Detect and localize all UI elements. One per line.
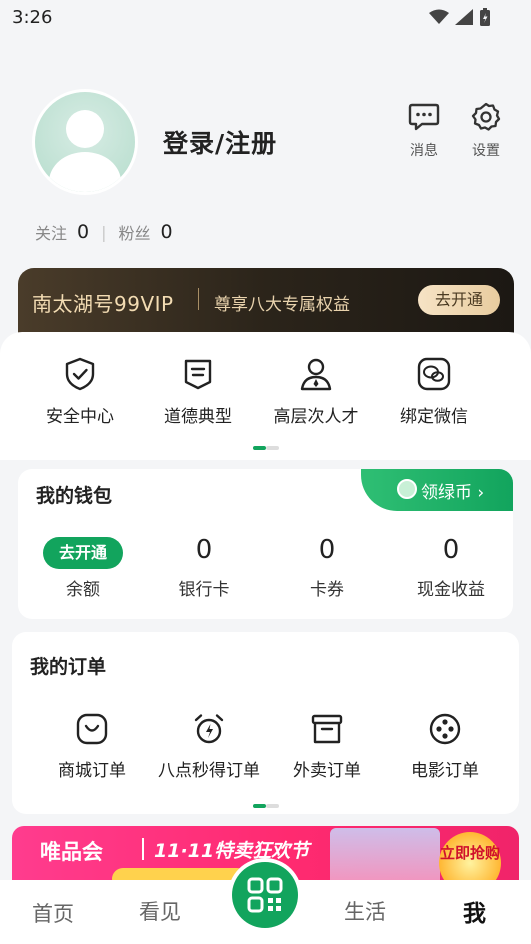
orders-title: 我的订单 (30, 656, 107, 678)
wallet-item-label: 银行卡 (178, 580, 230, 600)
tab-see[interactable]: 看见 (139, 896, 181, 926)
shopping-bag-icon (76, 713, 108, 745)
qr-code-icon (247, 877, 283, 913)
bottom-tab-bar: 首页 看见 生活 我 (0, 862, 531, 944)
wallet-item-value: 0 (318, 535, 336, 565)
ad-product-image (330, 828, 440, 888)
wallet-item-value: 0 (195, 535, 213, 565)
login-register-link[interactable]: 登录/注册 (163, 124, 277, 160)
pager-dot-active (253, 446, 266, 450)
fans-label[interactable]: 粉丝 (119, 220, 151, 244)
avatar[interactable] (35, 92, 135, 192)
avatar-body-shape (49, 152, 121, 192)
wallet-open-button[interactable]: 去开通 (43, 537, 123, 569)
orders-card: 我的订单 商城订单 八点秒得订单 外卖订单 电影订单 (12, 632, 519, 814)
wallet-item-cash-income[interactable]: 0 现金收益 (392, 533, 510, 600)
battery-icon (480, 8, 490, 26)
badge-icon (184, 359, 212, 390)
wallet-title: 我的钱包 (36, 485, 113, 507)
wallet-item-coupons[interactable]: 0 卡券 (268, 533, 386, 600)
wallet-item-label: 余额 (66, 580, 100, 600)
wallet-card: 我的钱包 领绿币 › 去开通 余额 0 银行卡 0 卡券 0 现金收益 (18, 469, 513, 619)
ad-slogan: 11·11特卖狂欢节 (154, 840, 310, 862)
wallet-item-value: 0 (442, 535, 460, 565)
takeout-box-icon (311, 714, 343, 744)
order-item-label: 外卖订单 (293, 761, 361, 781)
status-icons (429, 8, 491, 26)
follow-divider: | (101, 222, 107, 242)
ad-divider (142, 838, 144, 860)
quick-item-label: 高层次人才 (273, 407, 359, 427)
order-item-flash[interactable]: 八点秒得订单 (149, 712, 269, 781)
pager-dot (266, 804, 279, 808)
wallet-item-label: 现金收益 (417, 580, 485, 600)
gear-icon (471, 102, 501, 131)
message-icon (408, 103, 440, 131)
quick-item-moral-model[interactable]: 道德典型 (138, 356, 258, 427)
order-item-label: 八点秒得订单 (158, 761, 260, 781)
order-item-label: 电影订单 (411, 761, 479, 781)
quick-item-talent[interactable]: 高层次人才 (256, 356, 376, 427)
quick-item-label: 绑定微信 (400, 407, 468, 427)
vip-divider (198, 288, 199, 310)
quick-services-card: 安全中心 道德典型 高层次人才 绑定微信 (0, 332, 531, 460)
settings-label: 设置 (472, 143, 500, 159)
person-icon (300, 358, 332, 391)
tab-me[interactable]: 我 (463, 894, 486, 928)
fans-count[interactable]: 0 (161, 221, 173, 243)
signal-icon (455, 9, 473, 25)
film-reel-icon (429, 713, 461, 745)
get-green-coin-button[interactable]: 领绿币 › (361, 469, 513, 511)
green-coin-label: 领绿币 › (421, 483, 485, 503)
wallet-item-balance[interactable]: 去开通 余额 (24, 533, 142, 600)
status-time: 3:26 (12, 7, 53, 28)
messages-button[interactable]: 消息 (402, 102, 446, 160)
wechat-icon (417, 357, 451, 391)
scan-button[interactable] (232, 862, 298, 928)
pager-dot (266, 446, 279, 450)
quick-item-bind-wechat[interactable]: 绑定微信 (374, 356, 494, 427)
orders-pager-indicator (253, 804, 279, 808)
shield-check-icon (65, 357, 95, 391)
wallet-item-bank-card[interactable]: 0 银行卡 (145, 533, 263, 600)
following-label[interactable]: 关注 (35, 220, 67, 244)
order-item-takeout[interactable]: 外卖订单 (267, 712, 387, 781)
avatar-head-shape (66, 110, 104, 148)
quick-item-label: 道德典型 (164, 407, 232, 427)
alarm-clock-icon (194, 714, 224, 744)
quick-pager-indicator (253, 446, 279, 450)
vip-title: 南太湖号99VIP (32, 292, 174, 316)
vip-subtitle: 尊享八大专属权益 (214, 295, 350, 315)
tab-home[interactable]: 首页 (32, 898, 74, 928)
wallet-item-label: 卡券 (310, 580, 344, 600)
follow-stats: 关注 0 | 粉丝 0 (35, 220, 173, 244)
status-bar: 3:26 (0, 0, 531, 36)
ad-brand: 唯品会 (40, 840, 103, 864)
messages-label: 消息 (410, 143, 438, 159)
following-count[interactable]: 0 (77, 221, 89, 243)
quick-item-label: 安全中心 (46, 407, 114, 427)
order-item-mall[interactable]: 商城订单 (32, 712, 152, 781)
wallet-open-slot: 去开通 (24, 533, 142, 569)
order-item-movie[interactable]: 电影订单 (385, 712, 505, 781)
tab-life[interactable]: 生活 (344, 896, 386, 926)
leaf-coin-icon (397, 479, 417, 499)
order-item-label: 商城订单 (58, 761, 126, 781)
quick-item-security-center[interactable]: 安全中心 (20, 356, 140, 427)
wifi-icon (429, 9, 449, 24)
pager-dot-active (253, 804, 266, 808)
vip-open-button[interactable]: 去开通 (418, 285, 500, 315)
settings-button[interactable]: 设置 (464, 102, 508, 160)
